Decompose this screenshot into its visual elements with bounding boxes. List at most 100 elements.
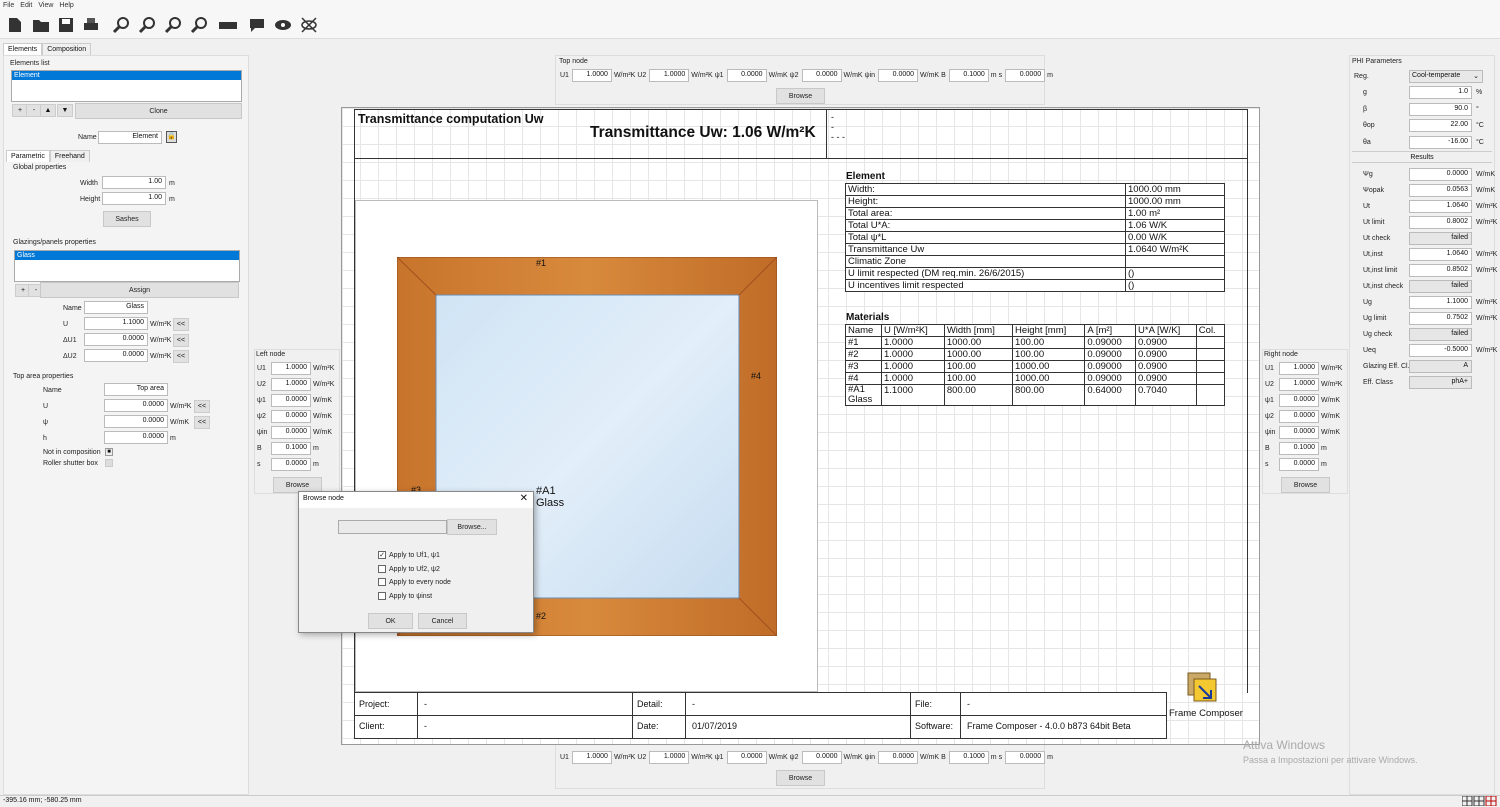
top-h-input[interactable]: 0.0000 <box>104 431 168 444</box>
top-psi-input[interactable]: 0.0000 <box>104 415 168 428</box>
top-u-apply-button[interactable]: << <box>194 400 210 413</box>
print-icon[interactable] <box>82 16 100 34</box>
node-field-input[interactable]: 0.1000 <box>948 69 989 82</box>
glazing-u-input[interactable]: 1.1000 <box>84 317 148 330</box>
menu-help[interactable]: Help <box>56 1 76 10</box>
node-field-input[interactable]: 0.0000 <box>801 751 842 764</box>
ruler-icon[interactable] <box>219 16 237 34</box>
tab-composition[interactable]: Composition <box>42 43 92 55</box>
comment-icon[interactable] <box>248 16 266 34</box>
phi-value[interactable]: 0.0000 <box>1409 168 1472 181</box>
list-item[interactable]: Element <box>12 71 241 80</box>
node-field-input[interactable]: 1.0000 <box>571 751 612 764</box>
node-field-input[interactable]: 0.0000 <box>801 69 842 82</box>
node-field-input[interactable]: 1.0000 <box>1279 378 1319 391</box>
dialog-option[interactable]: ✓ Apply to Uf1, ψ1 <box>378 551 440 559</box>
tab-freehand[interactable]: Freehand <box>49 150 90 162</box>
checkbox[interactable] <box>378 564 386 573</box>
top-name-input[interactable]: Top area <box>104 383 168 396</box>
menu-view[interactable]: View <box>35 1 56 10</box>
zoom-reset-icon[interactable] <box>190 16 208 34</box>
node-field-input[interactable]: 1.0000 <box>649 751 690 764</box>
node-field-input[interactable]: 0.0000 <box>271 410 311 423</box>
checkbox[interactable] <box>378 578 386 586</box>
top-u-input[interactable]: 0.0000 <box>104 399 168 412</box>
node-field-input[interactable]: 0.1000 <box>1279 442 1319 455</box>
reg-select[interactable]: Cool-temperate ⌄ <box>1409 70 1483 83</box>
elements-list[interactable]: Element <box>11 70 242 102</box>
phi-value[interactable]: -16.00 <box>1409 135 1472 149</box>
glazing-du2-input[interactable]: 0.0000 <box>84 349 148 362</box>
phi-value[interactable]: 1.0 <box>1409 86 1472 99</box>
dialog-ok-button[interactable]: OK <box>368 613 413 629</box>
clone-button[interactable]: Clone <box>75 103 242 119</box>
dialog-cancel-button[interactable]: Cancel <box>418 613 467 629</box>
eye-icon[interactable] <box>274 16 292 34</box>
menu-edit[interactable]: Edit <box>17 1 35 10</box>
save-icon[interactable] <box>57 16 75 34</box>
node-field-input[interactable]: 0.0000 <box>1005 751 1046 764</box>
close-icon[interactable]: ✕ <box>520 493 528 504</box>
width-input[interactable]: 1.00 <box>102 176 166 189</box>
phi-value[interactable]: 0.8502 <box>1409 264 1472 277</box>
dialog-option[interactable]: Apply to ψinst <box>378 591 432 600</box>
move-up-icon[interactable]: ▲ <box>40 104 56 117</box>
node-field-input[interactable]: 0.0000 <box>1279 394 1319 407</box>
node-field-input[interactable]: 0.0000 <box>1279 458 1319 471</box>
phi-value[interactable]: 1.0640 <box>1409 248 1472 261</box>
phi-value[interactable]: 22.00 <box>1409 119 1472 132</box>
sashes-button[interactable]: Sashes <box>103 211 151 227</box>
phi-value[interactable]: 90.0 <box>1409 102 1472 116</box>
node-field-input[interactable]: 0.1000 <box>948 751 989 764</box>
zoom-in-icon[interactable] <box>112 16 130 34</box>
bottom-node-browse-button[interactable]: Browse <box>776 770 825 786</box>
eye-off-icon[interactable] <box>300 16 318 34</box>
glazing-du2-apply-button[interactable]: << <box>173 350 189 363</box>
assign-button[interactable]: Assign <box>40 282 239 298</box>
glazing-du1-input[interactable]: 0.0000 <box>84 333 148 346</box>
checkbox[interactable] <box>378 591 386 600</box>
glazing-name-input[interactable]: Glass <box>84 301 148 314</box>
move-down-icon[interactable]: ▼ <box>57 104 73 117</box>
checkbox[interactable]: ✓ <box>378 551 386 559</box>
node-field-input[interactable]: 0.0000 <box>271 394 311 407</box>
top-psi-apply-button[interactable]: << <box>194 416 210 429</box>
open-folder-icon[interactable] <box>32 16 50 34</box>
zoom-fit-icon[interactable] <box>164 16 182 34</box>
node-field-input[interactable]: 1.0000 <box>271 378 311 391</box>
dialog-option[interactable]: Apply to every node <box>378 578 451 586</box>
node-field-input[interactable]: 1.0000 <box>1279 362 1319 375</box>
name-input[interactable]: Element <box>98 131 162 144</box>
phi-value[interactable]: 0.0563 <box>1409 184 1472 197</box>
glazings-list[interactable]: Glass <box>14 250 240 282</box>
lock-icon[interactable]: 🔒 <box>166 131 177 143</box>
node-field-input[interactable]: 0.0000 <box>1279 426 1319 439</box>
node-field-input[interactable]: 0.1000 <box>271 442 311 455</box>
node-field-input[interactable]: 0.0000 <box>1279 410 1319 423</box>
node-field-input[interactable]: 0.0000 <box>878 751 919 764</box>
right-node-browse-button[interactable]: Browse <box>1281 477 1330 493</box>
node-field-input[interactable]: 0.0000 <box>1005 69 1046 82</box>
glazing-u-apply-button[interactable]: << <box>173 318 189 331</box>
phi-value[interactable]: 1.1000 <box>1409 296 1472 309</box>
dialog-option[interactable]: Apply to Uf2, ψ2 <box>378 564 440 573</box>
menu-file[interactable]: File <box>0 1 17 10</box>
node-field-input[interactable]: 0.0000 <box>726 69 767 82</box>
node-field-input[interactable]: 0.0000 <box>726 751 767 764</box>
new-file-icon[interactable] <box>6 16 24 34</box>
phi-value[interactable]: 0.8002 <box>1409 216 1472 229</box>
glazing-du1-apply-button[interactable]: << <box>173 334 189 347</box>
height-input[interactable]: 1.00 <box>102 192 166 205</box>
node-field-input[interactable]: 1.0000 <box>271 362 311 375</box>
tab-elements[interactable]: Elements <box>3 43 43 55</box>
not-in-composition-checkbox[interactable]: ■ <box>105 448 113 456</box>
grid-view-icons[interactable] <box>1462 796 1498 806</box>
node-field-input[interactable]: 0.0000 <box>271 458 311 471</box>
zoom-out-icon[interactable] <box>138 16 156 34</box>
roller-shutter-checkbox[interactable] <box>105 459 113 467</box>
list-item[interactable]: Glass <box>15 251 239 260</box>
node-field-input[interactable]: 1.0000 <box>649 69 690 82</box>
node-field-input[interactable]: 0.0000 <box>271 426 311 439</box>
top-node-browse-button[interactable]: Browse <box>776 88 825 104</box>
tab-parametric[interactable]: Parametric <box>6 150 50 162</box>
